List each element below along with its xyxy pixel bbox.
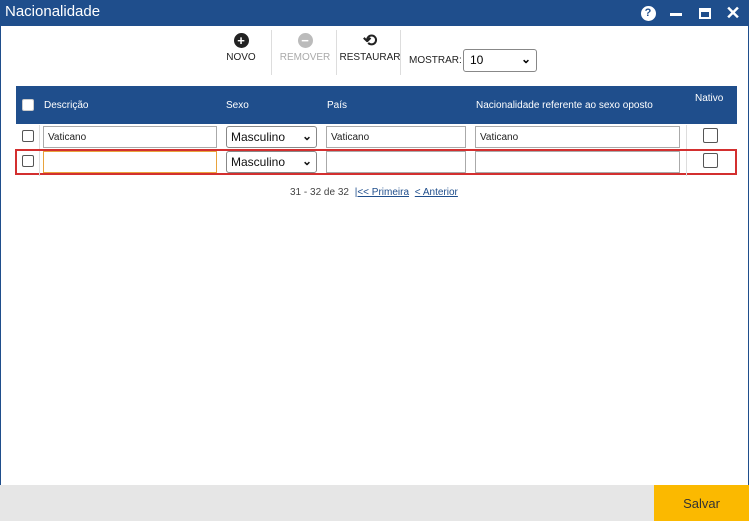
maximize-icon[interactable] [696, 4, 714, 22]
chevron-down-icon: ⌄ [301, 154, 312, 168]
novo-label: NOVO [226, 52, 256, 63]
col-nativo: Nativo [695, 93, 724, 104]
select-all-checkbox[interactable] [22, 99, 34, 111]
remover-label: REMOVER [279, 52, 331, 63]
sexo-select[interactable]: Masculino ⌄ [226, 151, 317, 173]
descricao-input[interactable] [43, 151, 217, 173]
window-title: Nacionalidade [5, 3, 101, 20]
col-sexo: Sexo [226, 100, 249, 111]
restaurar-button[interactable]: ⟲ RESTAURAR [339, 31, 401, 73]
minus-circle-icon: − [297, 33, 313, 48]
toolbar-divider [400, 30, 401, 75]
restaurar-label: RESTAURAR [339, 52, 401, 63]
page-size-select[interactable]: 10 ⌄ [463, 49, 537, 72]
table-row: Vaticano Masculino ⌄ Vaticano Vaticano [16, 125, 737, 150]
window-border-left [0, 26, 1, 485]
page-range: 31 - 32 de 32 [290, 187, 349, 198]
col-pais: País [327, 100, 348, 111]
nativo-checkbox[interactable] [703, 128, 718, 143]
footer-bar [0, 485, 749, 521]
oposto-input[interactable] [475, 151, 680, 173]
mostrar-label: MOSTRAR: [409, 55, 462, 66]
col-oposto: Nacionalidade referente ao sexo oposto [476, 100, 653, 111]
oposto-input[interactable]: Vaticano [475, 126, 680, 148]
row-checkbox[interactable] [22, 155, 34, 167]
pais-input[interactable] [326, 151, 466, 173]
nativo-checkbox[interactable] [703, 153, 718, 168]
help-icon[interactable]: ? [639, 4, 657, 22]
row-checkbox[interactable] [22, 130, 34, 142]
pagination: 31 - 32 de 32 |<< Primeira < Anterior [290, 187, 458, 198]
table-row-selected: Masculino ⌄ [15, 149, 737, 176]
toolbar-divider [271, 30, 272, 75]
chevron-down-icon: ⌄ [520, 52, 531, 66]
col-descricao: Descrição [44, 100, 89, 111]
prev-page-link[interactable]: < Anterior [415, 187, 458, 198]
pais-input[interactable]: Vaticano [326, 126, 466, 148]
save-button[interactable]: Salvar [654, 485, 749, 521]
remover-button[interactable]: − REMOVER [278, 33, 332, 73]
sexo-select[interactable]: Masculino ⌄ [226, 126, 317, 148]
novo-button[interactable]: + NOVO [224, 33, 258, 73]
first-page-link[interactable]: |<< Primeira [355, 187, 409, 198]
toolbar-divider [336, 30, 337, 75]
descricao-input[interactable]: Vaticano [43, 126, 217, 148]
minimize-icon[interactable] [667, 4, 685, 22]
plus-circle-icon: + [233, 33, 249, 48]
grid-header: Descrição Sexo País Nacionalidade refere… [16, 86, 737, 124]
restore-icon: ⟲ [362, 31, 378, 50]
chevron-down-icon: ⌄ [301, 129, 312, 143]
title-bar: Nacionalidade ? ✕ [0, 0, 749, 26]
close-icon[interactable]: ✕ [724, 4, 742, 22]
